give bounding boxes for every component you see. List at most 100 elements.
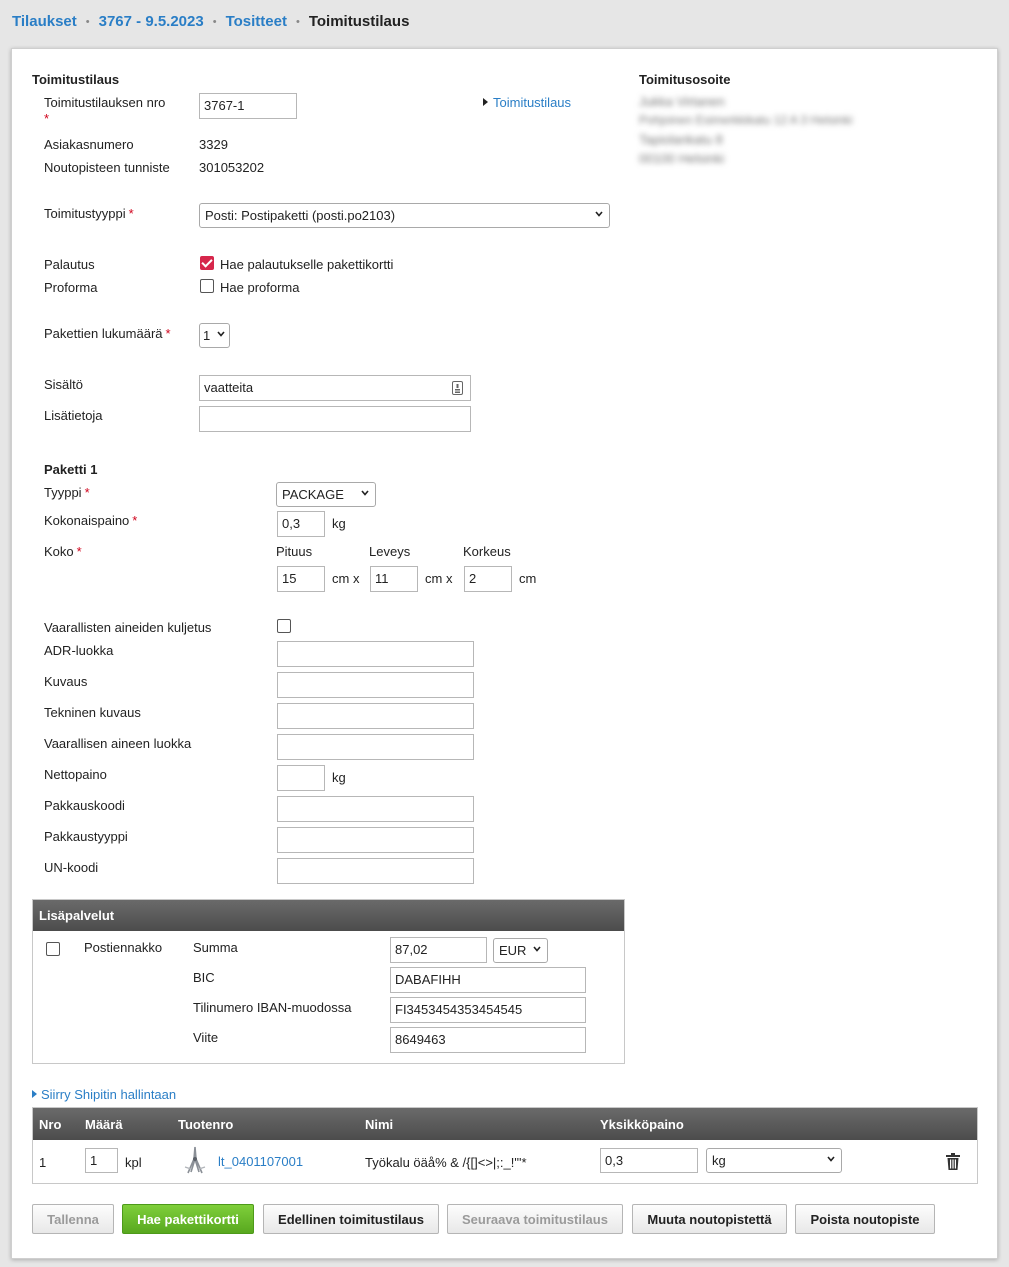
- additional-services-title: Lisäpalvelut: [33, 900, 624, 931]
- col-sku: Tuotenro: [178, 1117, 234, 1132]
- delivery-type-value: Posti: Postipaketti (posti.po2103): [205, 208, 396, 223]
- breadcrumb-order[interactable]: 3767 - 9.5.2023: [99, 13, 204, 30]
- pack-code-label: Pakkauskoodi: [44, 798, 125, 813]
- address-line: Jukka Virtanen: [639, 94, 725, 109]
- row-name: Työkalu öäå% & /{[]<>|;:_!"'*: [365, 1155, 527, 1170]
- proforma-label: Proforma: [44, 280, 98, 295]
- pack-type-input[interactable]: [277, 827, 474, 853]
- return-checkbox[interactable]: [200, 256, 214, 270]
- cod-checkbox[interactable]: [46, 942, 60, 956]
- order-link[interactable]: Toimitustilaus: [483, 95, 571, 110]
- height-label: Korkeus: [463, 544, 511, 559]
- proforma-checkbox-label[interactable]: Hae proforma: [220, 280, 299, 295]
- shipit-link[interactable]: Siirry Shipitin hallintaan: [32, 1087, 176, 1102]
- breadcrumb: Tilaukset • 3767 - 9.5.2023 • Tositteet …: [12, 13, 409, 30]
- net-weight-unit: kg: [332, 770, 346, 785]
- dangerous-class-input[interactable]: [277, 734, 474, 760]
- chevron-down-icon: [533, 946, 541, 952]
- currency-value: EUR: [499, 943, 527, 958]
- amount-label: Summa: [193, 940, 238, 955]
- width-input[interactable]: 11: [370, 566, 418, 592]
- row-weight-input[interactable]: 0,3: [600, 1148, 698, 1173]
- customer-no-value: 3329: [199, 137, 228, 152]
- col-name: Nimi: [365, 1117, 394, 1132]
- change-pickup-button[interactable]: Muuta noutopistettä: [632, 1204, 787, 1234]
- desc-input[interactable]: [277, 672, 474, 698]
- iban-label: Tilinumero IBAN-muodossa: [193, 1000, 352, 1015]
- breadcrumb-current: Toimitustilaus: [308, 13, 410, 30]
- delivery-type-label: Toimitustyyppi *: [44, 206, 134, 221]
- amount-input[interactable]: 87,02: [390, 937, 487, 963]
- breadcrumb-separator-icon: •: [85, 15, 90, 28]
- shipit-link-text[interactable]: Siirry Shipitin hallintaan: [41, 1087, 176, 1102]
- net-weight-input[interactable]: [277, 765, 325, 791]
- pickup-id-label: Noutopisteen tunniste: [44, 160, 170, 175]
- autofill-icon[interactable]: [452, 381, 463, 395]
- address-line: 00100 Helsinki: [639, 151, 725, 166]
- pack-code-input[interactable]: [277, 796, 474, 822]
- tech-desc-label: Tekninen kuvaus: [44, 705, 141, 720]
- chevron-down-icon: [595, 211, 603, 217]
- desc-label: Kuvaus: [44, 674, 88, 689]
- proforma-checkbox[interactable]: [200, 279, 214, 293]
- tech-desc-input[interactable]: [277, 703, 474, 729]
- bic-input[interactable]: DABAFIHH: [390, 967, 586, 993]
- trash-icon[interactable]: [945, 1153, 961, 1170]
- currency-select[interactable]: EUR: [493, 938, 548, 963]
- adr-label: ADR-luokka: [44, 643, 114, 658]
- package-title: Paketti 1: [44, 462, 98, 477]
- save-button[interactable]: Tallenna: [32, 1204, 114, 1234]
- main-panel: Toimitustilaus Toimitustilauksen nro * 3…: [11, 48, 998, 1259]
- cod-label: Postiennakko: [84, 940, 163, 955]
- row-nro: 1: [39, 1155, 47, 1170]
- length-label: Pituus: [276, 544, 313, 559]
- return-label: Palautus: [44, 257, 95, 272]
- row-sku-link[interactable]: lt_0401107001: [218, 1154, 303, 1169]
- required-marker: *: [44, 111, 50, 126]
- breadcrumb-documents[interactable]: Tositteet: [226, 13, 287, 30]
- expand-triangle-icon: [32, 1090, 37, 1098]
- next-order-button[interactable]: Seuraava toimitustilaus: [447, 1204, 623, 1234]
- un-code-input[interactable]: [277, 858, 474, 884]
- adr-input[interactable]: [277, 641, 474, 667]
- contents-label: Sisältö: [44, 377, 84, 392]
- contents-input[interactable]: vaatteita: [199, 375, 471, 401]
- package-weight-unit: kg: [332, 516, 346, 531]
- height-input[interactable]: 2: [464, 566, 512, 592]
- delivery-type-select[interactable]: Posti: Postipaketti (posti.po2103): [199, 203, 610, 228]
- dangerous-class-label: Vaarallisen aineen luokka: [44, 736, 192, 751]
- un-code-label: UN-koodi: [44, 860, 99, 875]
- package-type-value: PACKAGE: [282, 487, 344, 502]
- extra-info-input[interactable]: [199, 406, 471, 432]
- reference-input[interactable]: 8649463: [390, 1027, 586, 1053]
- cm-x-unit: cm x: [332, 571, 360, 586]
- package-count-value: 1: [203, 328, 211, 343]
- iban-input[interactable]: FI3453454353454545: [390, 997, 586, 1023]
- col-nro: Nro: [39, 1117, 62, 1132]
- package-type-select[interactable]: PACKAGE: [276, 482, 376, 507]
- previous-order-button[interactable]: Edellinen toimitustilaus: [263, 1204, 439, 1234]
- order-link-text[interactable]: Toimitustilaus: [493, 95, 571, 110]
- chevron-down-icon: [217, 331, 225, 337]
- package-count-select[interactable]: 1: [199, 323, 230, 348]
- breadcrumb-separator-icon: •: [212, 15, 217, 28]
- row-qty-input[interactable]: 1: [85, 1148, 118, 1173]
- get-parcel-card-button[interactable]: Hae pakettikortti: [122, 1204, 254, 1234]
- dangerous-transport-checkbox[interactable]: [277, 619, 291, 633]
- pickup-id-value: 301053202: [199, 160, 265, 175]
- breadcrumb-orders[interactable]: Tilaukset: [12, 13, 77, 30]
- package-size-label: Koko *: [44, 544, 82, 559]
- width-label: Leveys: [369, 544, 411, 559]
- row-weight-unit-select[interactable]: kg: [706, 1148, 842, 1173]
- delete-pickup-button[interactable]: Poista noutopiste: [795, 1204, 935, 1234]
- package-count-label: Pakettien lukumäärä *: [44, 326, 171, 341]
- package-weight-label: Kokonaispaino *: [44, 513, 138, 528]
- return-checkbox-label[interactable]: Hae palautukselle pakettikortti: [220, 257, 393, 272]
- length-input[interactable]: 15: [277, 566, 325, 592]
- bic-label: BIC: [193, 970, 215, 985]
- package-weight-input[interactable]: 0,3: [277, 511, 325, 537]
- extra-info-label: Lisätietoja: [44, 408, 103, 423]
- order-no-input[interactable]: 3767-1: [199, 93, 297, 119]
- cm-unit: cm: [519, 571, 537, 586]
- address-title: Toimitusosoite: [639, 72, 731, 87]
